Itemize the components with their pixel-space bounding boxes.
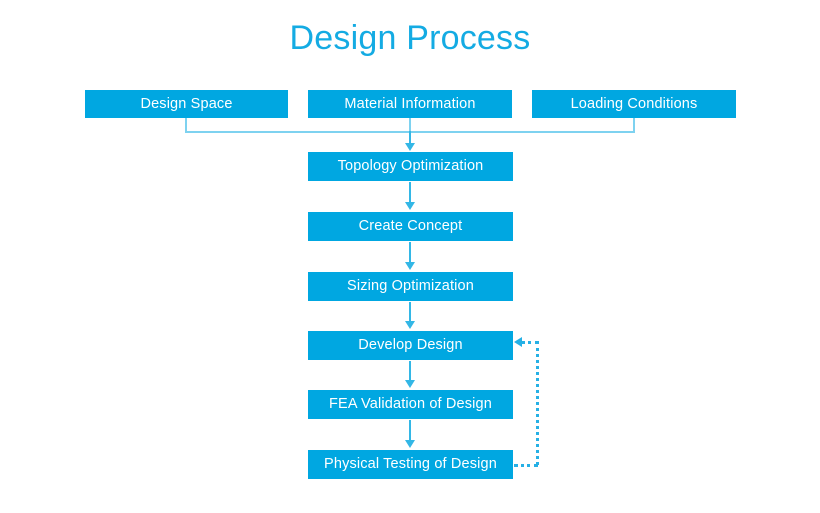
node-topology-optimization[interactable]: Topology Optimization (308, 152, 513, 181)
node-create-concept[interactable]: Create Concept (308, 212, 513, 241)
connector-create-concept-to-sizing (409, 242, 411, 263)
arrowhead-into-sizing-optimization (405, 262, 415, 270)
feedback-connector-bottom-segment (514, 464, 538, 467)
node-fea-validation-of-design[interactable]: FEA Validation of Design (308, 390, 513, 419)
node-physical-testing-of-design[interactable]: Physical Testing of Design (308, 450, 513, 479)
feedback-connector-top-segment (521, 341, 539, 344)
node-create-concept-label: Create Concept (358, 218, 463, 235)
node-develop-design[interactable]: Develop Design (308, 331, 513, 360)
arrowhead-into-topology-optimization (405, 143, 415, 151)
node-physical-testing-of-design-label: Physical Testing of Design (324, 456, 497, 473)
arrowhead-into-physical-testing (405, 440, 415, 448)
connector-stub-design-space (185, 118, 187, 132)
connector-stub-material-information (409, 118, 411, 132)
node-design-space[interactable]: Design Space (85, 90, 288, 118)
node-fea-validation-of-design-label: FEA Validation of Design (329, 396, 492, 413)
page-title: Design Process (289, 19, 531, 57)
connector-sizing-to-develop-design (409, 302, 411, 323)
node-loading-conditions-label: Loading Conditions (570, 95, 698, 112)
connector-topology-to-create-concept (409, 182, 411, 203)
feedback-connector-vertical-segment (536, 341, 539, 465)
node-loading-conditions[interactable]: Loading Conditions (532, 90, 736, 118)
node-material-information-label: Material Information (344, 95, 476, 112)
connector-stub-loading-conditions (633, 118, 635, 132)
node-design-space-label: Design Space (140, 95, 233, 112)
arrowhead-into-develop-design-feedback (514, 337, 522, 347)
arrowhead-into-develop-design (405, 321, 415, 329)
arrowhead-into-create-concept (405, 202, 415, 210)
arrowhead-into-fea-validation (405, 380, 415, 388)
diagram-canvas: Design Process Design Space Material Inf… (0, 0, 820, 513)
connector-fea-to-physical-testing (409, 420, 411, 441)
node-sizing-optimization-label: Sizing Optimization (347, 278, 474, 295)
node-topology-optimization-label: Topology Optimization (337, 158, 484, 175)
node-develop-design-label: Develop Design (358, 337, 463, 354)
node-material-information[interactable]: Material Information (308, 90, 512, 118)
node-sizing-optimization[interactable]: Sizing Optimization (308, 272, 513, 301)
connector-develop-design-to-fea (409, 361, 411, 382)
